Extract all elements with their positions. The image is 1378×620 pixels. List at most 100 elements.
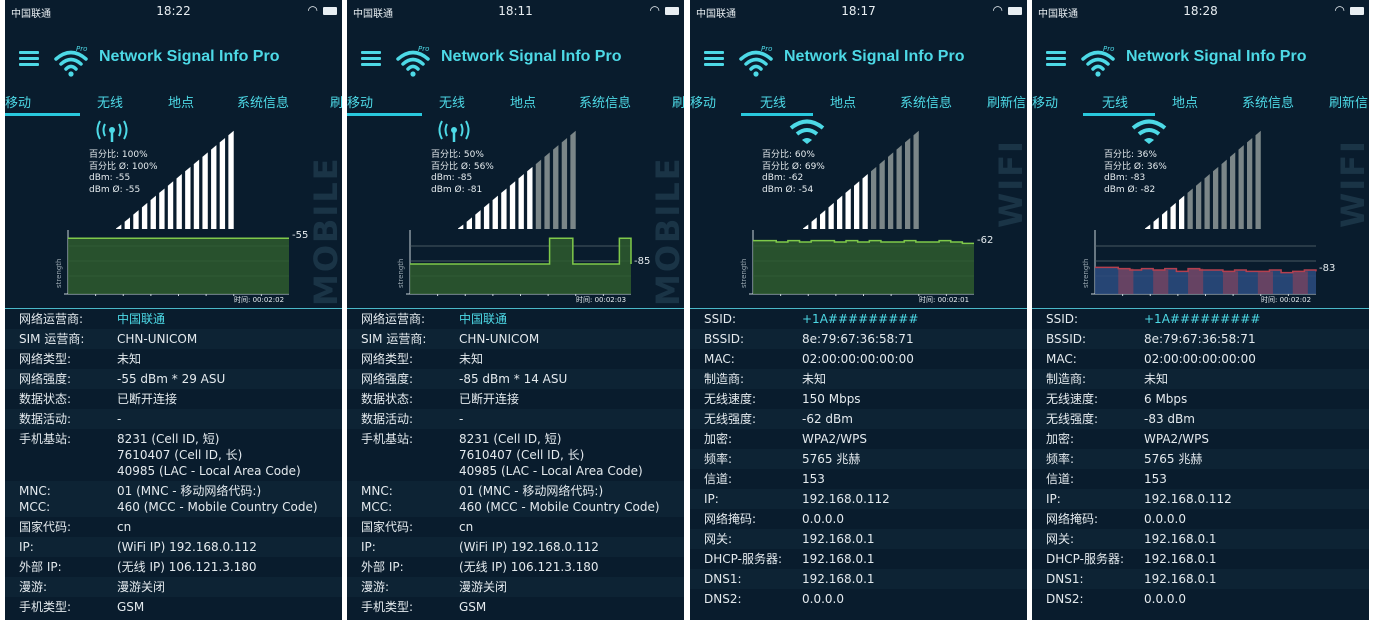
- tab-0[interactable]: 移动: [690, 92, 716, 111]
- chart-axis-label: strength: [740, 258, 748, 288]
- info-key: 网络运营商:: [19, 312, 84, 326]
- signal-stat-pct_avg: 百分比 Ø: 36%: [1104, 161, 1167, 172]
- signal-stat-dbm: dBm: -62: [762, 173, 804, 183]
- tab-4[interactable]: 刷新信: [1329, 92, 1368, 111]
- info-value: 153: [1144, 472, 1167, 486]
- signal-stat-dbm_avg: dBm Ø: -54: [762, 184, 814, 195]
- signal-bar: [193, 159, 200, 229]
- wifi-status-icon: ◠: [992, 3, 1003, 17]
- menu-icon[interactable]: [1046, 51, 1066, 66]
- app-bar: Pro Network Signal Info Pro: [5, 24, 342, 86]
- tab-1[interactable]: 无线: [439, 92, 465, 111]
- menu-icon[interactable]: [19, 51, 39, 66]
- app-bar: Pro Network Signal Info Pro: [690, 24, 1027, 86]
- info-value: -85 dBm * 14 ASU: [459, 372, 568, 386]
- signal-stat-pct_avg: 百分比 Ø: 56%: [431, 161, 494, 172]
- info-value: cn: [117, 520, 132, 534]
- signal-bar: [518, 174, 524, 229]
- signal-bar: [837, 195, 843, 229]
- menu-icon[interactable]: [704, 51, 724, 66]
- chart-current-value: -55: [292, 230, 309, 242]
- info-row: MAC: 02:00:00:00:00:00: [690, 349, 1027, 369]
- tab-3[interactable]: 系统信息: [900, 92, 952, 111]
- info-key: IP:: [1046, 492, 1061, 506]
- app-logo-icon: Pro: [738, 43, 774, 79]
- tab-3[interactable]: 系统信息: [237, 92, 289, 111]
- tab-3[interactable]: 系统信息: [579, 92, 631, 111]
- signal-graph-panel: WIFI -62 时间: 00:02:01 strength 百分比: 60% 百分比 Ø…: [690, 116, 1027, 308]
- info-row: DHCP-服务器: 192.168.0.1: [690, 549, 1027, 569]
- info-key: BSSID:: [1046, 332, 1087, 346]
- signal-bar: [466, 217, 473, 229]
- status-bar: 中国联通 18:17 ◠: [690, 0, 1027, 24]
- status-bar: 中国联通 18:28 ◠: [1032, 0, 1369, 24]
- info-value: 0.0.0.0: [802, 512, 844, 526]
- battery-icon: [665, 7, 679, 15]
- tab-4[interactable]: 刷: [672, 92, 684, 111]
- signal-bar: [1238, 145, 1244, 229]
- info-list: 网络运营商: 中国联通 SIM 运营商: CHN-UNICOM 网络类型: 未知 网络强度:…: [5, 308, 342, 620]
- info-row: 信道: 153: [690, 469, 1027, 489]
- tab-2[interactable]: 地点: [168, 92, 194, 111]
- info-key: 手机类型:: [19, 600, 72, 614]
- strength-band: [1257, 271, 1273, 294]
- info-key: IP:: [19, 540, 34, 554]
- signal-bar: [116, 224, 122, 229]
- signal-bar: [150, 195, 156, 229]
- signal-stat-dbm: dBm: -55: [89, 173, 131, 183]
- tab-1[interactable]: 无线: [1102, 92, 1128, 111]
- tab-0[interactable]: 移动: [347, 92, 373, 111]
- tab-4[interactable]: 刷新信: [987, 92, 1026, 111]
- info-value: 192.168.0.1: [1144, 572, 1217, 586]
- tab-1[interactable]: 无线: [97, 92, 123, 111]
- tab-3[interactable]: 系统信息: [1242, 92, 1294, 111]
- info-row: 网络类型: 未知: [5, 349, 342, 369]
- info-value: 中国联通: [117, 312, 166, 326]
- signal-stat-pct_avg: 百分比 Ø: 69%: [762, 161, 825, 172]
- tab-2[interactable]: 地点: [510, 92, 536, 111]
- signal-bar: [1213, 166, 1219, 229]
- info-key: MNC: MCC:: [19, 484, 51, 514]
- info-key: DNS2:: [704, 592, 742, 606]
- info-key: 网络掩码:: [1046, 512, 1099, 526]
- info-value: GSM: [459, 600, 487, 614]
- tab-2[interactable]: 地点: [1172, 92, 1198, 111]
- tab-0[interactable]: 移动: [5, 92, 31, 111]
- info-key: 频率:: [1046, 452, 1075, 466]
- signal-bar: [803, 224, 809, 229]
- info-key: IP:: [704, 492, 719, 506]
- info-row: 手机基站: 8231 (Cell ID, 短) 7610407 (Cell ID,…: [347, 429, 684, 481]
- info-row: 加密: WPA2/WPS: [1032, 429, 1369, 449]
- info-value: 8e:79:67:36:58:71: [1144, 332, 1256, 346]
- menu-icon[interactable]: [361, 51, 381, 66]
- info-key: DNS1:: [704, 572, 742, 586]
- signal-bar: [845, 188, 851, 229]
- signal-bar: [1179, 195, 1185, 229]
- info-value: 8231 (Cell ID, 短) 7610407 (Cell ID, 长) 4…: [459, 432, 643, 478]
- strength-chart: [749, 230, 974, 296]
- signal-graph-panel: MOBILE -85 时间: 00:02:03 strength 百分比: 50% 百分比…: [347, 116, 684, 308]
- info-value: +1A#########: [802, 312, 919, 326]
- info-row: 外部 IP: (无线 IP) 106.121.3.180: [5, 557, 342, 577]
- app-logo-icon: Pro: [1080, 43, 1116, 79]
- tab-1[interactable]: 无线: [760, 92, 786, 111]
- info-value: GSM: [117, 600, 145, 614]
- signal-bar: [1196, 181, 1202, 229]
- info-value: -: [459, 412, 464, 426]
- info-row: 信道: 153: [1032, 469, 1369, 489]
- info-row: IP: 192.168.0.112: [690, 489, 1027, 509]
- wifi-status-icon: ◠: [307, 3, 318, 17]
- info-row: 制造商: 未知: [1032, 369, 1369, 389]
- signal-stats: 百分比: 60% 百分比 Ø: 69% dBm: -62 dBm Ø: -54: [762, 150, 825, 196]
- info-value: 8231 (Cell ID, 短) 7610407 (Cell ID, 长) 4…: [117, 432, 301, 478]
- info-value: 01 (MNC - 移动网络代码:) 460 (MCC - Mobile Cou…: [117, 484, 318, 514]
- info-row: SIM 运营商: CHN-UNICOM: [5, 329, 342, 349]
- info-value: -: [117, 412, 122, 426]
- phone-screen: 中国联通 18:17 ◠ Pro Network Signal Info Pro 移动 无线…: [690, 0, 1027, 620]
- tab-0[interactable]: 移动: [1032, 92, 1058, 111]
- signal-bar: [544, 152, 550, 229]
- tab-2[interactable]: 地点: [830, 92, 856, 111]
- info-key: 网络类型:: [361, 352, 414, 366]
- signal-bar: [159, 188, 165, 229]
- tab-4[interactable]: 刷: [330, 92, 342, 111]
